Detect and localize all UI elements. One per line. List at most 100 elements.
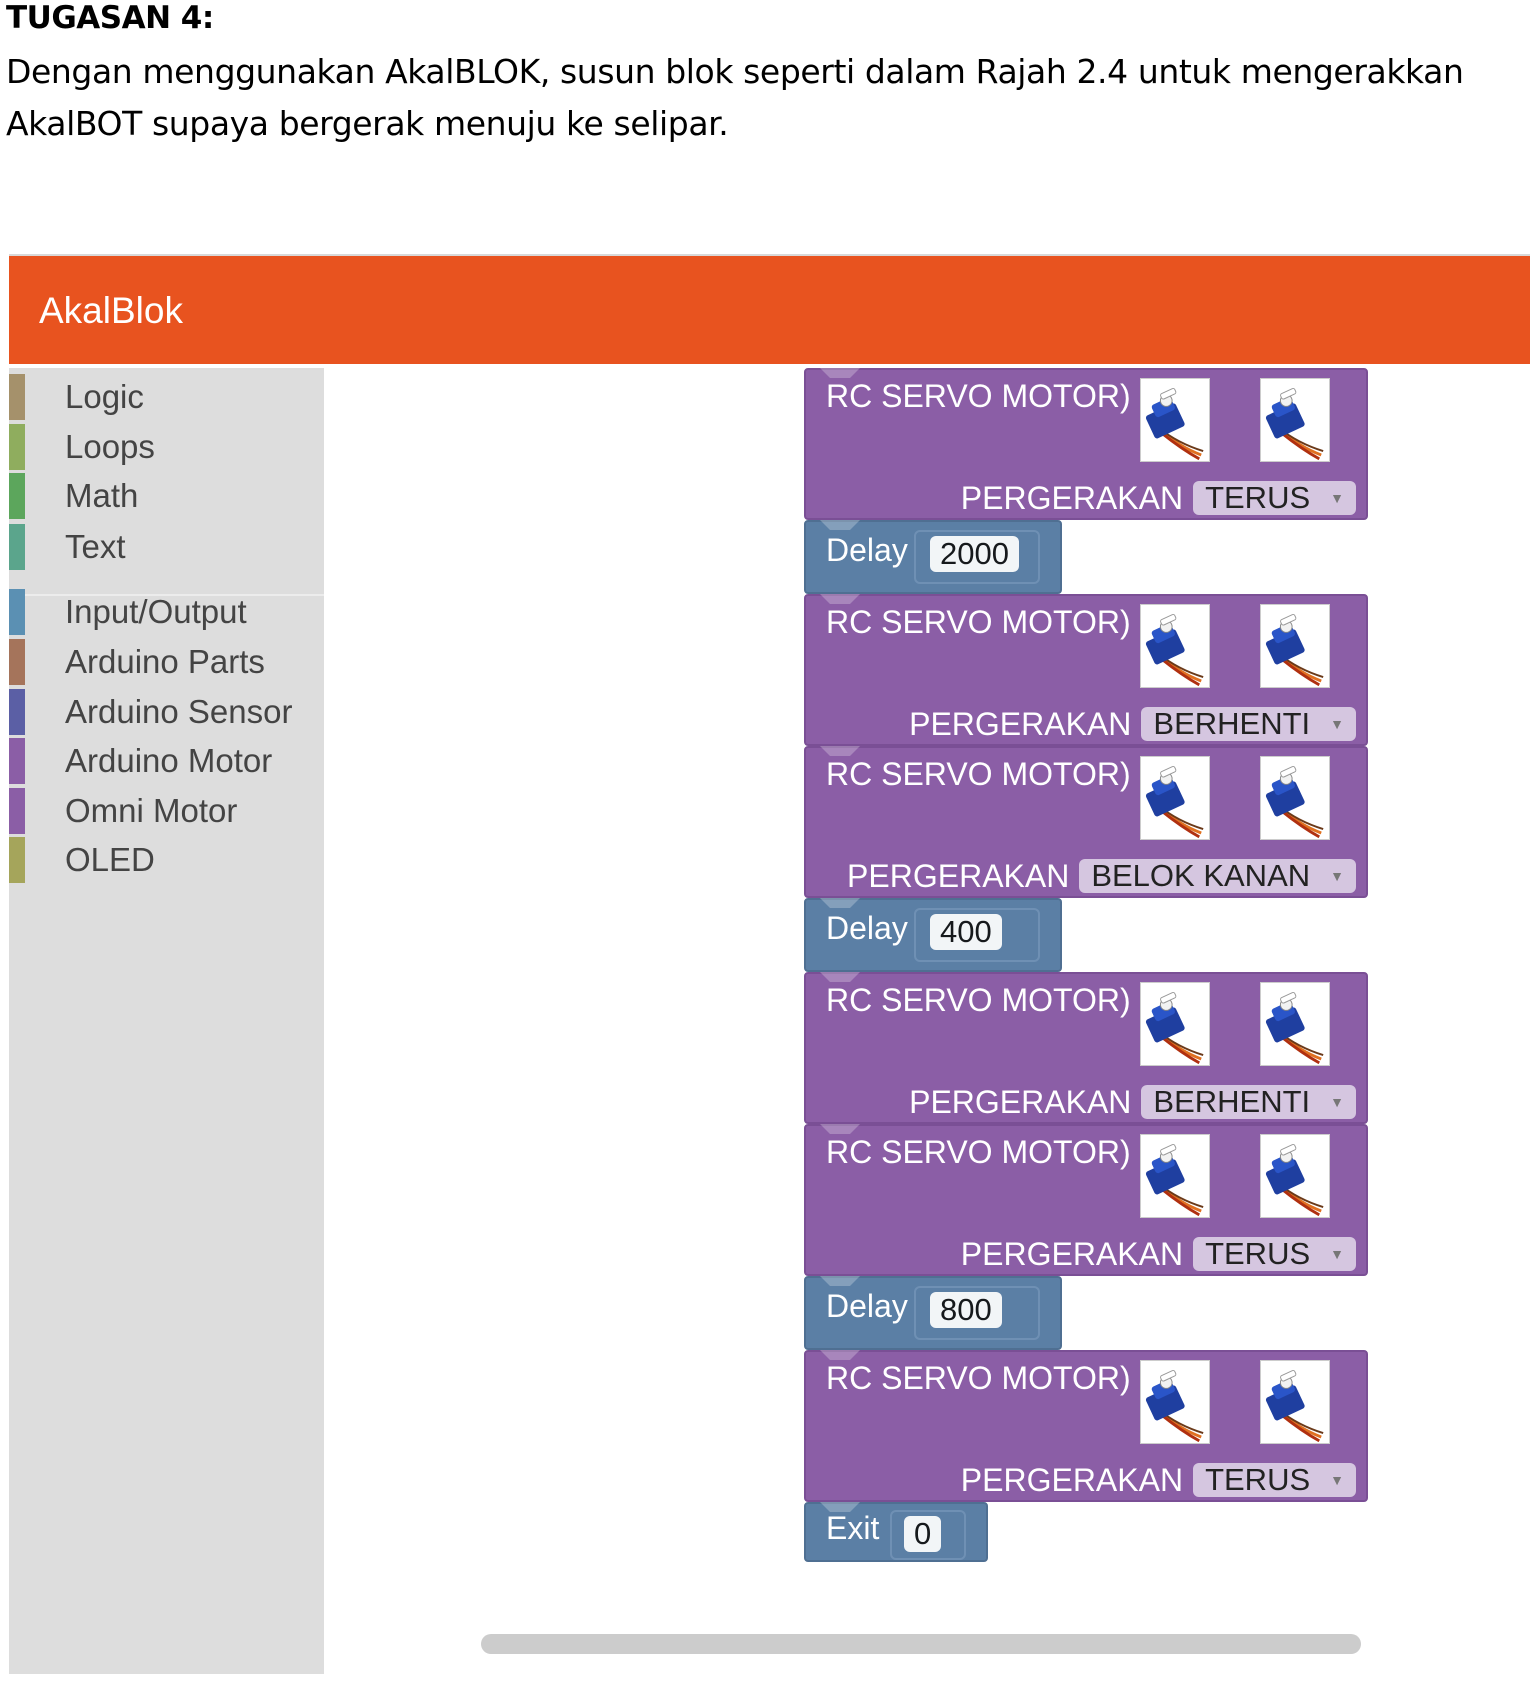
rc-servo-motor-block[interactable]: RC SERVO MOTOR) PERGERAKAN BELOK KANAN ▼ — [804, 746, 1368, 898]
pergerakan-value: BERHENTI — [1153, 706, 1311, 741]
category-color-swatch — [9, 639, 25, 685]
toolbox-category-math[interactable]: Math — [9, 473, 324, 519]
block-connector-notch — [820, 594, 860, 604]
toolbox-category-text[interactable]: Text — [9, 524, 324, 570]
servo-motor-icon — [1260, 378, 1330, 462]
dropdown-caret-icon: ▼ — [1330, 1246, 1344, 1262]
delay-block[interactable]: Delay 800 — [804, 1276, 1062, 1350]
pergerakan-value: TERUS — [1205, 1236, 1311, 1271]
servo-motor-icon — [1260, 1360, 1330, 1444]
category-label: Arduino Motor — [65, 742, 273, 779]
pergerakan-param-row: PERGERAKAN BERHENTI ▼ — [909, 1084, 1356, 1120]
category-color-swatch — [9, 374, 25, 420]
pergerakan-label: PERGERAKAN — [847, 857, 1070, 894]
category-label: Logic — [65, 378, 144, 415]
servo-motor-icon — [1140, 604, 1210, 688]
delay-value-field[interactable]: 2000 — [930, 536, 1019, 572]
rc-servo-motor-block[interactable]: RC SERVO MOTOR) PERGERAKAN TERUS ▼ — [804, 1124, 1368, 1276]
rc-servo-motor-block[interactable]: RC SERVO MOTOR) PERGERAKAN BERHENTI ▼ — [804, 972, 1368, 1124]
pergerakan-label: PERGERAKAN — [960, 479, 1184, 516]
pergerakan-value: BERHENTI — [1153, 1084, 1311, 1119]
pergerakan-dropdown[interactable]: BERHENTI ▼ — [1141, 1084, 1356, 1119]
delay-label: Delay — [826, 532, 908, 568]
pergerakan-dropdown[interactable]: TERUS ▼ — [1193, 1462, 1356, 1497]
category-color-swatch — [9, 837, 25, 883]
toolbox-category-input-output[interactable]: Input/Output — [9, 589, 324, 635]
delay-value-field[interactable]: 800 — [930, 1292, 1002, 1328]
pergerakan-param-row: PERGERAKAN TERUS ▼ — [961, 1236, 1356, 1272]
pergerakan-dropdown[interactable]: BERHENTI ▼ — [1141, 706, 1356, 741]
horizontal-scrollbar[interactable] — [481, 1634, 1361, 1654]
category-color-swatch — [9, 424, 25, 470]
block-connector-notch — [820, 1276, 860, 1286]
exit-value-field[interactable]: 0 — [904, 1516, 942, 1552]
block-connector-notch — [820, 746, 860, 756]
servo-motor-icon — [1260, 756, 1330, 840]
category-label: Input/Output — [65, 593, 247, 630]
pergerakan-param-row: PERGERAKAN BELOK KANAN ▼ — [847, 858, 1356, 894]
block-connector-notch — [820, 1124, 860, 1134]
category-label: Text — [65, 528, 126, 565]
document-instruction: Dengan menggunakan AkalBLOK, susun blok … — [6, 52, 1464, 143]
toolbox-category-loops[interactable]: Loops — [9, 424, 324, 470]
pergerakan-param-row: PERGERAKAN TERUS ▼ — [961, 480, 1356, 516]
delay-value-field[interactable]: 400 — [930, 914, 1002, 950]
block-connector-notch — [820, 520, 860, 530]
servo-motor-icon — [1140, 378, 1210, 462]
rc-servo-motor-block[interactable]: RC SERVO MOTOR) PERGERAKAN TERUS ▼ — [804, 368, 1368, 520]
category-label: Loops — [65, 428, 155, 465]
exit-block[interactable]: Exit 0 — [804, 1502, 988, 1562]
toolbox-category-logic[interactable]: Logic — [9, 374, 324, 420]
app-title: AkalBlok — [39, 290, 183, 331]
servo-motor-icon — [1140, 982, 1210, 1066]
servo-block-title: RC SERVO MOTOR) — [826, 982, 1131, 1018]
category-color-swatch — [9, 524, 25, 570]
rc-servo-motor-block[interactable]: RC SERVO MOTOR) PERGERAKAN TERUS ▼ — [804, 1350, 1368, 1502]
delay-block[interactable]: Delay 400 — [804, 898, 1062, 972]
pergerakan-dropdown[interactable]: BELOK KANAN ▼ — [1079, 858, 1356, 893]
servo-motor-icon — [1260, 604, 1330, 688]
delay-block[interactable]: Delay 2000 — [804, 520, 1062, 594]
category-label: Omni Motor — [65, 792, 238, 829]
pergerakan-dropdown[interactable]: TERUS ▼ — [1193, 480, 1356, 515]
dropdown-caret-icon: ▼ — [1330, 1472, 1344, 1488]
pergerakan-param-row: PERGERAKAN TERUS ▼ — [961, 1462, 1356, 1498]
servo-motor-icon — [1140, 1360, 1210, 1444]
dropdown-caret-icon: ▼ — [1330, 716, 1344, 732]
servo-block-title: RC SERVO MOTOR) — [826, 756, 1131, 792]
rc-servo-motor-block[interactable]: RC SERVO MOTOR) PERGERAKAN BERHENTI ▼ — [804, 594, 1368, 746]
pergerakan-label: PERGERAKAN — [909, 705, 1132, 742]
delay-label: Delay — [826, 910, 908, 946]
toolbox: Logic Loops Math Text Input/Output Arduino Pa… — [9, 368, 324, 1674]
dropdown-caret-icon: ▼ — [1330, 490, 1344, 506]
toolbox-category-arduino-parts[interactable]: Arduino Parts — [9, 639, 324, 685]
category-color-swatch — [9, 738, 25, 784]
servo-block-title: RC SERVO MOTOR) — [826, 1134, 1131, 1170]
category-label: Arduino Parts — [65, 643, 265, 680]
dropdown-caret-icon: ▼ — [1330, 868, 1344, 884]
pergerakan-value: TERUS — [1205, 1462, 1311, 1497]
category-color-swatch — [9, 788, 25, 834]
pergerakan-label: PERGERAKAN — [960, 1461, 1184, 1498]
servo-block-title: RC SERVO MOTOR) — [826, 378, 1131, 414]
exit-label: Exit — [826, 1510, 880, 1546]
akalblok-app: AkalBlok Logic Loops Math Text Input/Output A… — [9, 254, 1530, 1674]
servo-motor-icon — [1140, 1134, 1210, 1218]
toolbox-category-arduino-motor[interactable]: Arduino Motor — [9, 738, 324, 784]
servo-motor-icon — [1260, 1134, 1330, 1218]
pergerakan-value: TERUS — [1205, 480, 1311, 515]
category-label: OLED — [65, 841, 155, 878]
block-connector-notch — [820, 368, 860, 378]
pergerakan-label: PERGERAKAN — [960, 1235, 1184, 1272]
block-connector-notch — [820, 1350, 860, 1360]
servo-motor-icon — [1260, 982, 1330, 1066]
toolbox-category-oled[interactable]: OLED — [9, 837, 324, 883]
toolbox-category-arduino-sensor[interactable]: Arduino Sensor — [9, 689, 324, 735]
block-connector-notch — [820, 898, 860, 908]
app-header: AkalBlok — [9, 254, 1530, 364]
toolbox-category-omni-motor[interactable]: Omni Motor — [9, 788, 324, 834]
pergerakan-label: PERGERAKAN — [909, 1083, 1132, 1120]
pergerakan-param-row: PERGERAKAN BERHENTI ▼ — [909, 706, 1356, 742]
block-workspace[interactable]: RC SERVO MOTOR) PERGERAKAN TERUS ▼ Delay 2000… — [324, 368, 1530, 1674]
pergerakan-dropdown[interactable]: TERUS ▼ — [1193, 1236, 1356, 1271]
